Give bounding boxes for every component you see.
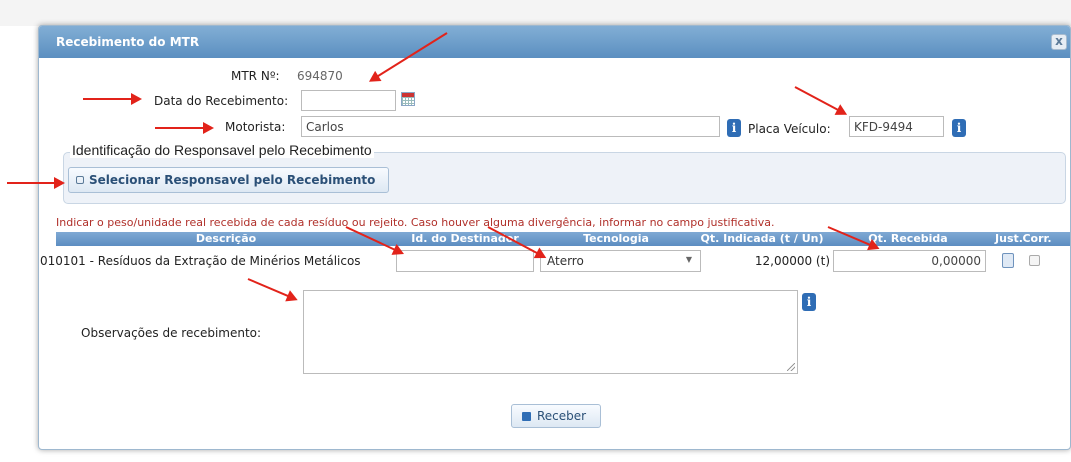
qt-indicated-value: 12,00000 (t) <box>754 254 830 268</box>
select-responsible-button[interactable]: Selecionar Responsavel pelo Recebimento <box>68 167 389 193</box>
header-technology: Tecnologia <box>583 232 649 245</box>
responsible-legend: Identificação do Responsavel pelo Recebi… <box>70 142 374 158</box>
annotation-arrow <box>7 177 65 189</box>
header-qt-indicated: Qt. Indicada (t / Un) <box>700 232 824 245</box>
dialog-title: Recebimento do MTR <box>56 35 200 49</box>
mtr-number-label: MTR Nº: <box>231 69 280 83</box>
correction-checkbox[interactable] <box>1029 255 1040 266</box>
dialog-titlebar: Recebimento do MTR x <box>39 26 1070 58</box>
info-icon[interactable]: i <box>952 119 966 137</box>
receive-mtr-dialog: Recebimento do MTR x MTR Nº: 694870 Data… <box>38 25 1071 450</box>
observations-textarea[interactable] <box>303 290 798 374</box>
technology-value: Aterro <box>547 254 584 268</box>
receive-button[interactable]: Receber <box>511 404 601 428</box>
plate-input[interactable] <box>849 116 944 137</box>
document-icon[interactable] <box>1002 253 1014 268</box>
driver-input[interactable] <box>301 116 720 137</box>
instruction-text: Indicar o peso/unidade real recebida de … <box>56 216 775 229</box>
table-header: Descrição Id. do Destinador Tecnologia Q… <box>56 232 1070 246</box>
row-description: 010101 - Resíduos da Extração de Minério… <box>40 254 361 268</box>
header-justification: Just. <box>995 232 1023 245</box>
info-icon[interactable]: i <box>802 293 816 311</box>
destinador-id-input[interactable] <box>396 250 534 272</box>
table-row: 010101 - Resíduos da Extração de Minério… <box>40 247 1070 273</box>
driver-label: Motorista: <box>225 120 286 134</box>
resize-handle[interactable] <box>787 363 795 371</box>
close-icon[interactable]: x <box>1051 34 1067 50</box>
background-toolbar <box>960 452 1040 462</box>
annotation-arrow <box>155 122 214 134</box>
header-description: Descrição <box>195 232 257 245</box>
select-responsible-label: Selecionar Responsavel pelo Recebimento <box>89 173 376 187</box>
calendar-icon[interactable] <box>401 92 415 106</box>
chevron-down-icon: ▼ <box>685 255 692 264</box>
receive-icon <box>522 412 531 421</box>
header-correction: Corr. <box>1022 232 1052 245</box>
date-input[interactable] <box>301 90 396 111</box>
qt-received-input[interactable] <box>833 250 986 272</box>
technology-select[interactable]: Aterro ▼ <box>540 250 701 272</box>
select-icon <box>76 176 84 184</box>
date-label: Data do Recebimento: <box>154 94 289 108</box>
mtr-number-value: 694870 <box>297 69 343 83</box>
background-window <box>0 0 1071 26</box>
receive-label: Receber <box>537 409 587 423</box>
annotation-arrow <box>83 93 142 105</box>
plate-label: Placa Veículo: <box>748 122 831 136</box>
observations-label: Observações de recebimento: <box>81 326 262 340</box>
info-icon[interactable]: i <box>727 119 741 137</box>
